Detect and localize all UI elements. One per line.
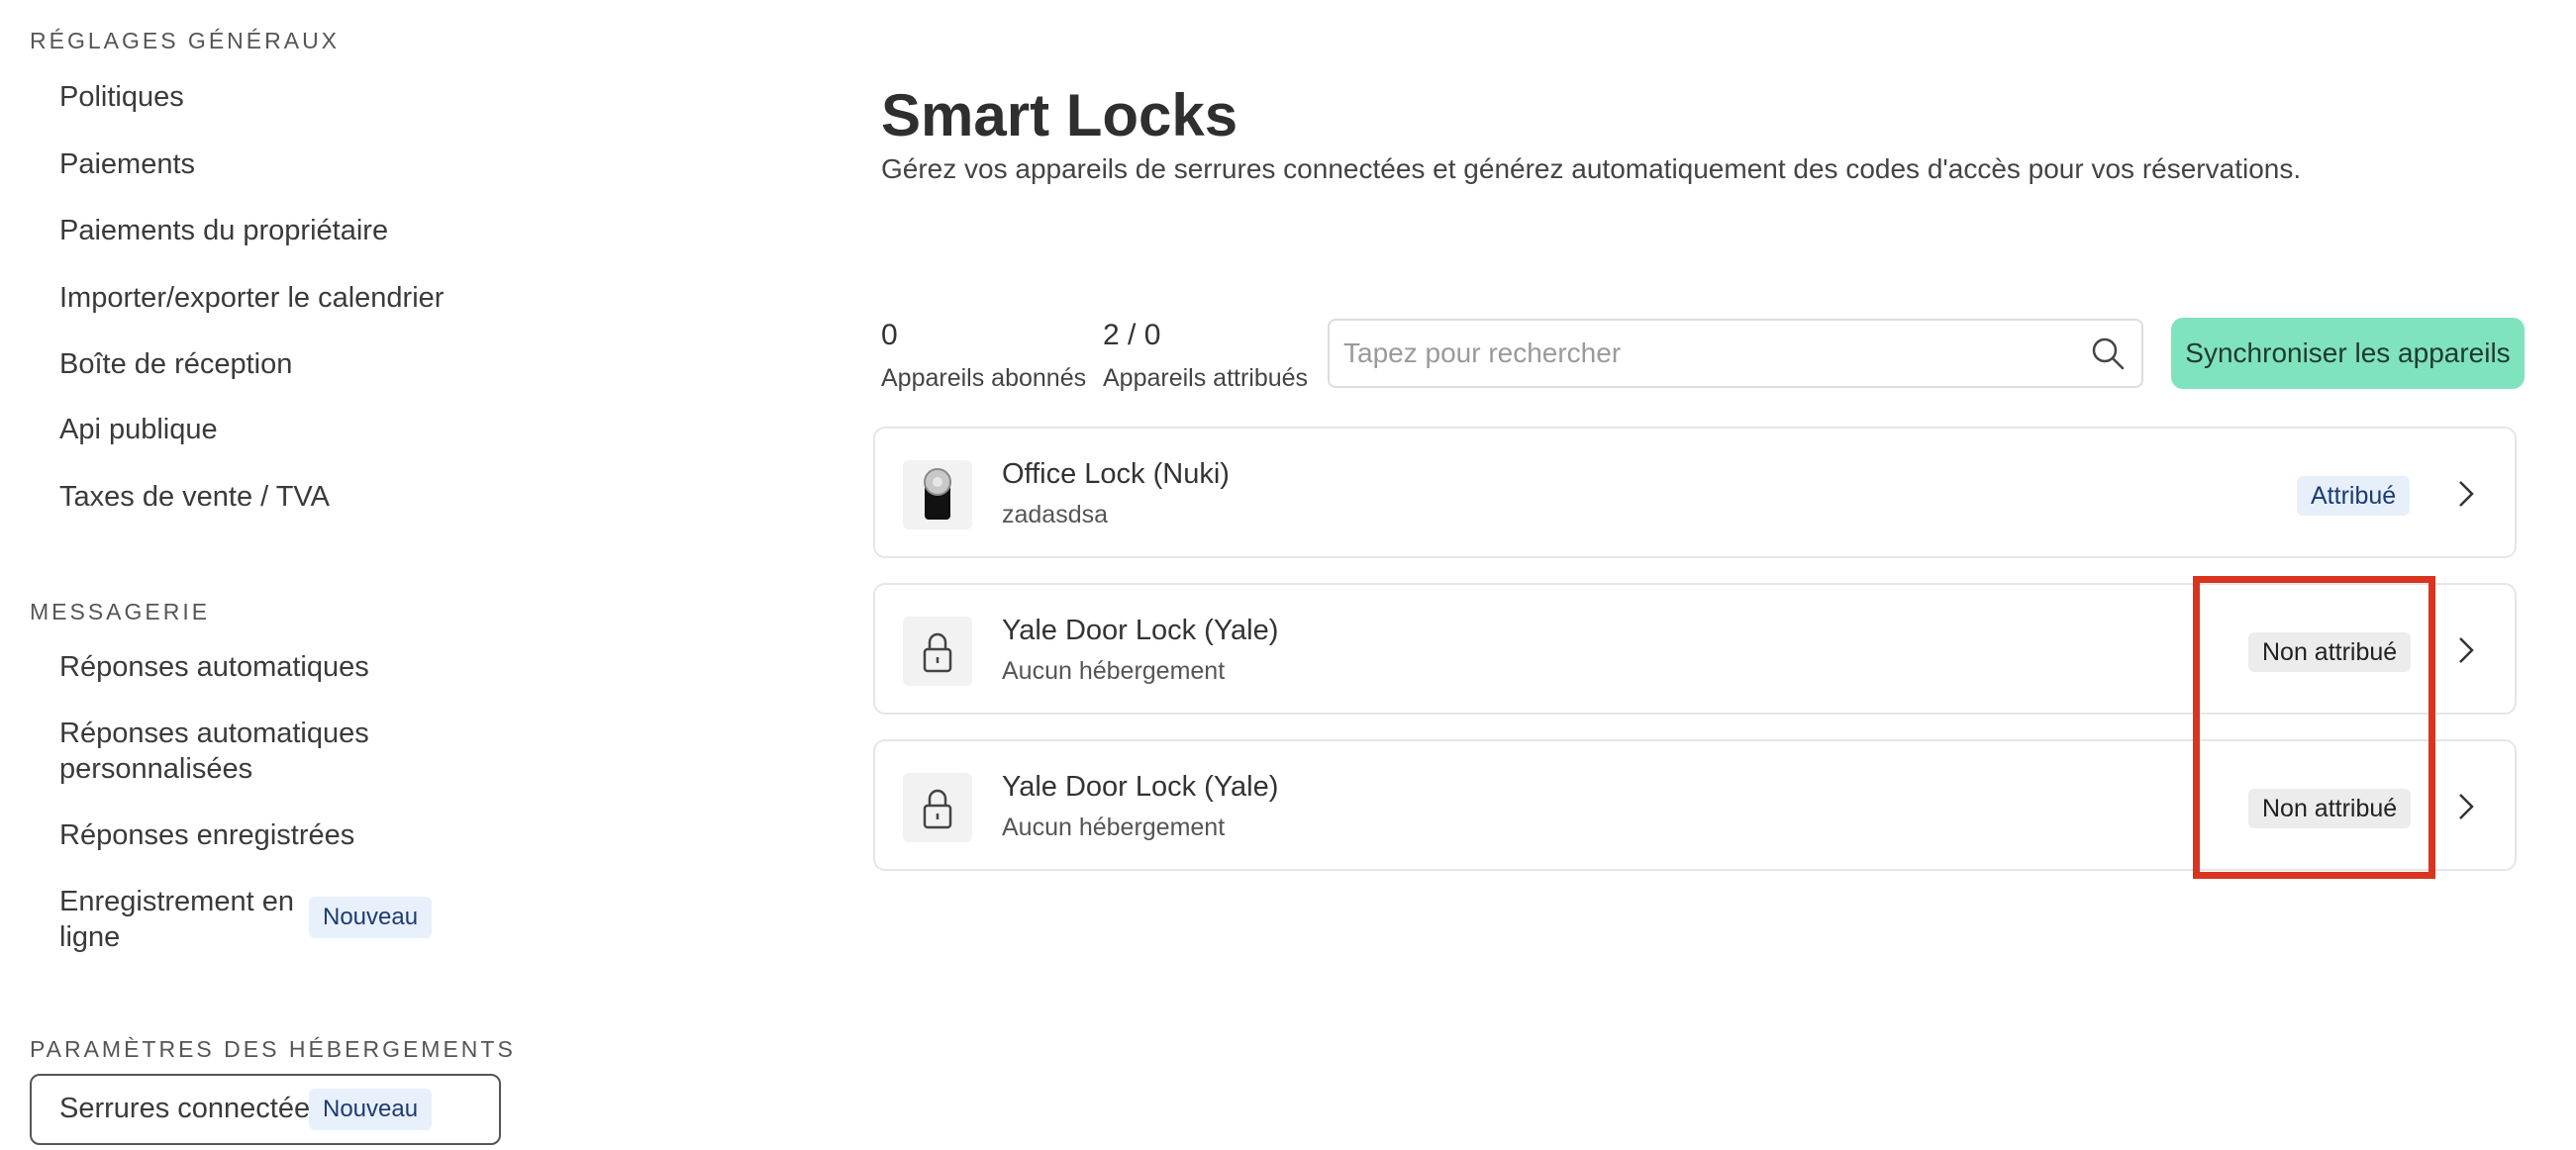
page-subtitle: Gérez vos appareils de serrures connecté… [881, 153, 2302, 184]
sidebar-item-inbox[interactable]: Boîte de réception [59, 346, 292, 382]
device-card[interactable]: Office Lock (Nuki) zadasdsa Attribué [873, 427, 2517, 558]
subscribed-devices-count: 0 [881, 319, 898, 351]
sidebar-item-saved-replies[interactable]: Réponses enregistrées [59, 817, 354, 853]
sidebar-item-sales-tax[interactable]: Taxes de vente / TVA [59, 479, 330, 515]
section-title-general: RÉGLAGES GÉNÉRAUX [30, 28, 341, 53]
sidebar-item-auto-replies[interactable]: Réponses automatiques [59, 649, 369, 685]
chevron-right-icon[interactable] [2456, 791, 2476, 822]
lock-icon [903, 773, 972, 842]
sidebar-item-calendar-import-export[interactable]: Importer/exporter le calendrier [59, 280, 444, 316]
new-badge: Nouveau [309, 1089, 433, 1130]
status-badge: Attribué [2297, 476, 2411, 516]
sidebar-item-online-checkin[interactable]: Enregistrement en ligne [59, 884, 294, 955]
assigned-devices-label: Appareils attribués [1103, 364, 1309, 392]
chevron-right-icon[interactable] [2456, 478, 2476, 510]
sidebar-item-label: Réponses automatiques [59, 718, 369, 749]
page-title: Smart Locks [881, 82, 1238, 148]
subscribed-devices-label: Appareils abonnés [881, 364, 1087, 392]
sidebar-item-payments[interactable]: Paiements [59, 146, 195, 182]
lock-icon [903, 617, 972, 686]
device-property: Aucun hébergement [1002, 657, 1226, 685]
search-input[interactable] [1328, 319, 2143, 388]
section-title-property-settings: PARAMÈTRES DES HÉBERGEMENTS [30, 1036, 516, 1062]
sidebar-item-owner-payments[interactable]: Paiements du propriétaire [59, 213, 388, 248]
sidebar-item-policies[interactable]: Politiques [59, 79, 184, 115]
sidebar-item-label: Enregistrement en [59, 886, 294, 917]
sidebar-item-label: personnalisées [59, 753, 253, 785]
sidebar-item-public-api[interactable]: Api publique [59, 412, 218, 447]
device-property: Aucun hébergement [1002, 814, 1226, 841]
device-property: zadasdsa [1002, 501, 1109, 528]
sync-devices-button[interactable]: Synchroniser les appareils [2171, 318, 2525, 389]
section-title-messaging: MESSAGERIE [30, 599, 211, 624]
sidebar-item-smart-locks[interactable]: Serrures connectées [59, 1091, 325, 1126]
annotation-highlight-box [2193, 576, 2435, 879]
device-name: Yale Door Lock (Yale) [1002, 615, 1279, 646]
assigned-devices-count: 2 / 0 [1103, 319, 1161, 351]
new-badge: Nouveau [309, 897, 433, 938]
device-name: Office Lock (Nuki) [1002, 458, 1230, 490]
search-icon[interactable] [2091, 336, 2125, 370]
nuki-device-image [903, 460, 972, 529]
chevron-right-icon[interactable] [2456, 634, 2476, 666]
sidebar-item-custom-auto-replies[interactable]: Réponses automatiques personnalisées [59, 716, 369, 787]
device-name: Yale Door Lock (Yale) [1002, 771, 1279, 803]
sidebar-item-label: ligne [59, 921, 121, 953]
